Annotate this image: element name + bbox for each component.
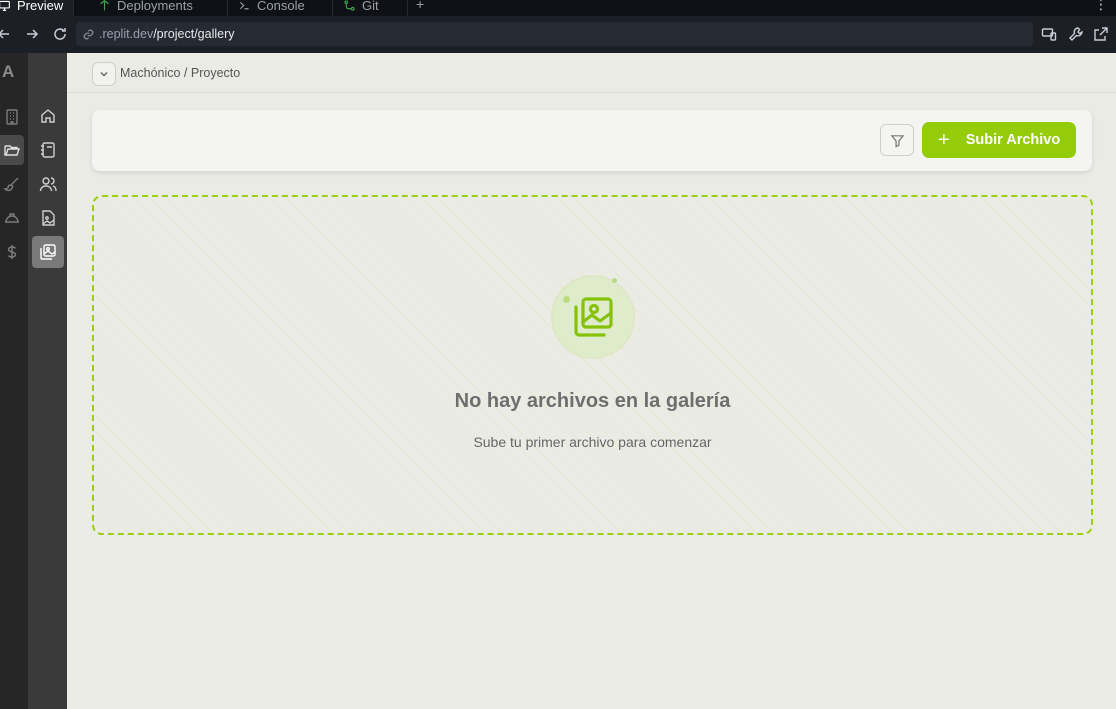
filter-button[interactable] (880, 124, 914, 156)
plus-icon: + (938, 129, 950, 151)
tab-deployments[interactable]: Deployments (88, 0, 228, 16)
tab-preview[interactable]: Preview (0, 0, 75, 16)
wrench-icon[interactable] (1068, 26, 1084, 42)
external-link-icon[interactable] (1093, 26, 1109, 42)
deploy-icon (100, 0, 109, 11)
back-icon[interactable] (0, 26, 12, 42)
gallery-icon[interactable] (32, 236, 64, 268)
url-bar-row: .replit.dev/project/gallery (0, 16, 1116, 53)
empty-state-subtitle: Sube tu primer archivo para comenzar (473, 434, 712, 450)
upload-file-label: Subir Archivo (965, 132, 1061, 148)
file-image-icon[interactable] (32, 202, 64, 234)
main-content: Machónico / Proyecto + Subir Archivo No … (67, 53, 1116, 709)
file-dropzone[interactable]: No hay archivos en la galería Sube tu pr… (92, 195, 1093, 535)
url-path: /project/gallery (153, 27, 235, 41)
monitor-icon (0, 0, 10, 11)
decorative-dot (563, 296, 570, 303)
breadcrumb-bar: Machónico / Proyecto (67, 53, 1116, 93)
tab-label: Git (362, 0, 379, 13)
tab-console[interactable]: Console (228, 0, 333, 16)
app-logo: A (2, 62, 15, 81)
terminal-icon (240, 1, 249, 10)
more-menu-icon[interactable]: ⋮ (1094, 0, 1108, 13)
filter-icon (890, 134, 904, 148)
url-host: .replit.dev (99, 27, 154, 41)
empty-state-icon-circle (553, 277, 633, 357)
app-sidebar-primary: A (0, 53, 28, 709)
gallery-toolbar: + Subir Archivo (92, 110, 1092, 171)
empty-state-title: No hay archivos en la galería (454, 390, 731, 412)
link-icon (83, 29, 94, 39)
git-icon (344, 0, 355, 11)
brush-icon[interactable] (0, 169, 24, 199)
upload-file-button[interactable]: + Subir Archivo (922, 122, 1076, 158)
tab-label: Deployments (117, 0, 193, 13)
forward-icon[interactable] (24, 26, 40, 42)
app-sidebar-secondary (28, 53, 67, 709)
url-input[interactable]: .replit.dev/project/gallery (76, 22, 1033, 46)
new-tab-button[interactable]: + (416, 0, 424, 12)
home-icon[interactable] (32, 100, 64, 132)
devices-icon[interactable] (1041, 26, 1057, 42)
gallery-icon (574, 297, 613, 337)
users-icon[interactable] (32, 168, 64, 200)
notebook-icon[interactable] (32, 134, 64, 166)
tab-label: Console (257, 0, 305, 13)
helmet-icon[interactable] (0, 203, 24, 233)
chevron-down-icon (100, 72, 108, 77)
sidebar-toggle-button[interactable] (92, 62, 116, 86)
browser-tab-bar: Preview Deployments Console Git + ⋮ (0, 0, 1116, 16)
breadcrumb: Machónico / Proyecto (120, 66, 241, 80)
dollar-icon[interactable] (0, 237, 24, 267)
reload-icon[interactable] (52, 26, 68, 42)
tab-git[interactable]: Git (333, 0, 408, 16)
folder-open-icon[interactable] (0, 135, 24, 165)
decorative-dot (612, 278, 617, 283)
building-icon[interactable] (0, 102, 24, 132)
tab-label: Preview (17, 0, 64, 13)
